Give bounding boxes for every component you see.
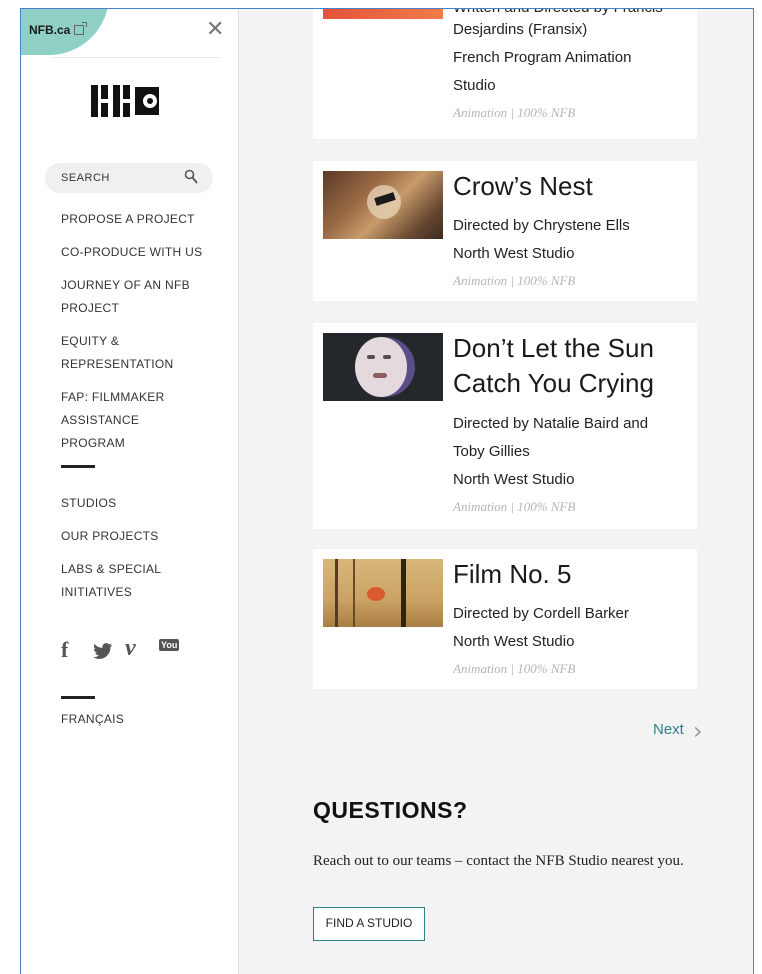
questions-text: Reach out to our teams – contact the NFB… [313,853,684,869]
sidebar-menu: NFB.ca ✕ SEARCH PROPOSE A PROJECT CO-PRO… [21,9,239,974]
twitter-icon[interactable] [93,643,113,659]
nav-co-produce[interactable]: CO-PRODUCE WITH US [61,241,221,264]
project-meta: Animation | 100% NFB [453,105,576,120]
nfb-ca-label: NFB.ca [29,23,71,37]
nav-journey-line-1: JOURNEY OF AN NFB [61,278,190,292]
nav-fap[interactable]: FAP: FILMMAKER ASSISTANCE PROGRAM [61,386,221,455]
project-thumbnail[interactable] [323,333,443,401]
nav-separator [61,465,95,468]
project-studio-line: French Program Animation [453,49,632,66]
search-label: SEARCH [61,172,110,184]
nav-labs-line-2: INITIATIVES [61,585,133,599]
project-studio-line: North West Studio [453,471,575,488]
nav-equity-line-2: REPRESENTATION [61,357,174,371]
nav-equity-line-1: EQUITY & [61,334,120,348]
nfb-ca-link[interactable]: NFB.ca [29,22,88,37]
project-thumbnail[interactable] [323,559,443,627]
nfb-onf-logo-icon[interactable] [91,81,167,121]
nav-propose-project[interactable]: PROPOSE A PROJECT [61,208,221,231]
questions-heading: QUESTIONS? [313,797,468,823]
facebook-icon[interactable]: f [61,637,68,663]
project-meta: Animation | 100% NFB [453,661,576,676]
external-link-icon [74,22,88,35]
social-links: f v You [61,635,191,663]
nav-labs-line-1: LABS & SPECIAL [61,562,162,576]
project-credit-line: Written and Directed by Francis [453,9,663,16]
nav-labs[interactable]: LABS & SPECIAL INITIATIVES [61,558,221,604]
sidebar-nav: PROPOSE A PROJECT CO-PRODUCE WITH US JOU… [61,208,221,614]
project-studio-line: North West Studio [453,245,575,262]
find-a-studio-button[interactable]: FIND A STUDIO [313,907,425,941]
project-title[interactable]: Don’t Let the Sun Catch You Crying [453,331,693,401]
close-icon: ✕ [206,17,225,42]
project-credit-line: Desjardins (Fransix) [453,21,588,38]
project-meta: Animation | 100% NFB [453,499,576,514]
nav-studios[interactable]: STUDIOS [61,492,221,515]
nav-journey-line-2: PROJECT [61,301,120,315]
nav-journey[interactable]: JOURNEY OF AN NFB PROJECT [61,274,221,320]
close-menu-button[interactable]: ✕ [206,19,224,41]
project-thumbnail[interactable] [323,171,443,239]
project-thumbnail[interactable] [323,9,443,19]
project-title-line-1: Don’t Let the Sun [453,333,654,363]
language-separator [61,696,95,699]
project-card[interactable]: Written and Directed by Francis Desjardi… [313,9,697,139]
project-card[interactable]: Don’t Let the Sun Catch You Crying Direc… [313,323,697,529]
project-meta: Animation | 100% NFB [453,273,576,288]
vimeo-icon[interactable]: v [125,635,136,662]
nav-fap-line-1: FAP: FILMMAKER [61,390,165,404]
project-card[interactable]: Film No. 5 Directed by Cordell Barker No… [313,549,697,689]
project-title[interactable]: Crow’s Nest [453,169,693,204]
language-toggle[interactable]: FRANÇAIS [61,712,124,726]
browser-frame: NFB.ca ✕ SEARCH PROPOSE A PROJECT CO-PRO… [20,8,754,974]
project-title[interactable]: Film No. 5 [453,557,693,592]
project-credit-line: Directed by Natalie Baird and [453,415,649,432]
chevron-right-icon[interactable]: › [693,717,703,745]
next-page-link[interactable]: Next [653,721,684,738]
sidebar-divider [51,57,221,58]
project-credit-line: Directed by Chrystene Ells [453,217,630,234]
project-studio-line: North West Studio [453,633,575,650]
project-credit-line: Directed by Cordell Barker [453,605,629,622]
search-icon[interactable] [184,169,198,185]
youtube-icon[interactable]: You [159,639,180,651]
nav-fap-line-3: PROGRAM [61,436,126,450]
project-title-line-2: Catch You Crying [453,368,654,398]
nav-our-projects[interactable]: OUR PROJECTS [61,525,221,548]
nav-equity[interactable]: EQUITY & REPRESENTATION [61,330,221,376]
search-box[interactable]: SEARCH [45,163,213,193]
nav-fap-line-2: ASSISTANCE [61,413,140,427]
project-card[interactable]: Crow’s Nest Directed by Chrystene Ells N… [313,161,697,301]
project-studio-line: Studio [453,77,496,94]
project-credit-line: Toby Gillies [453,443,530,460]
